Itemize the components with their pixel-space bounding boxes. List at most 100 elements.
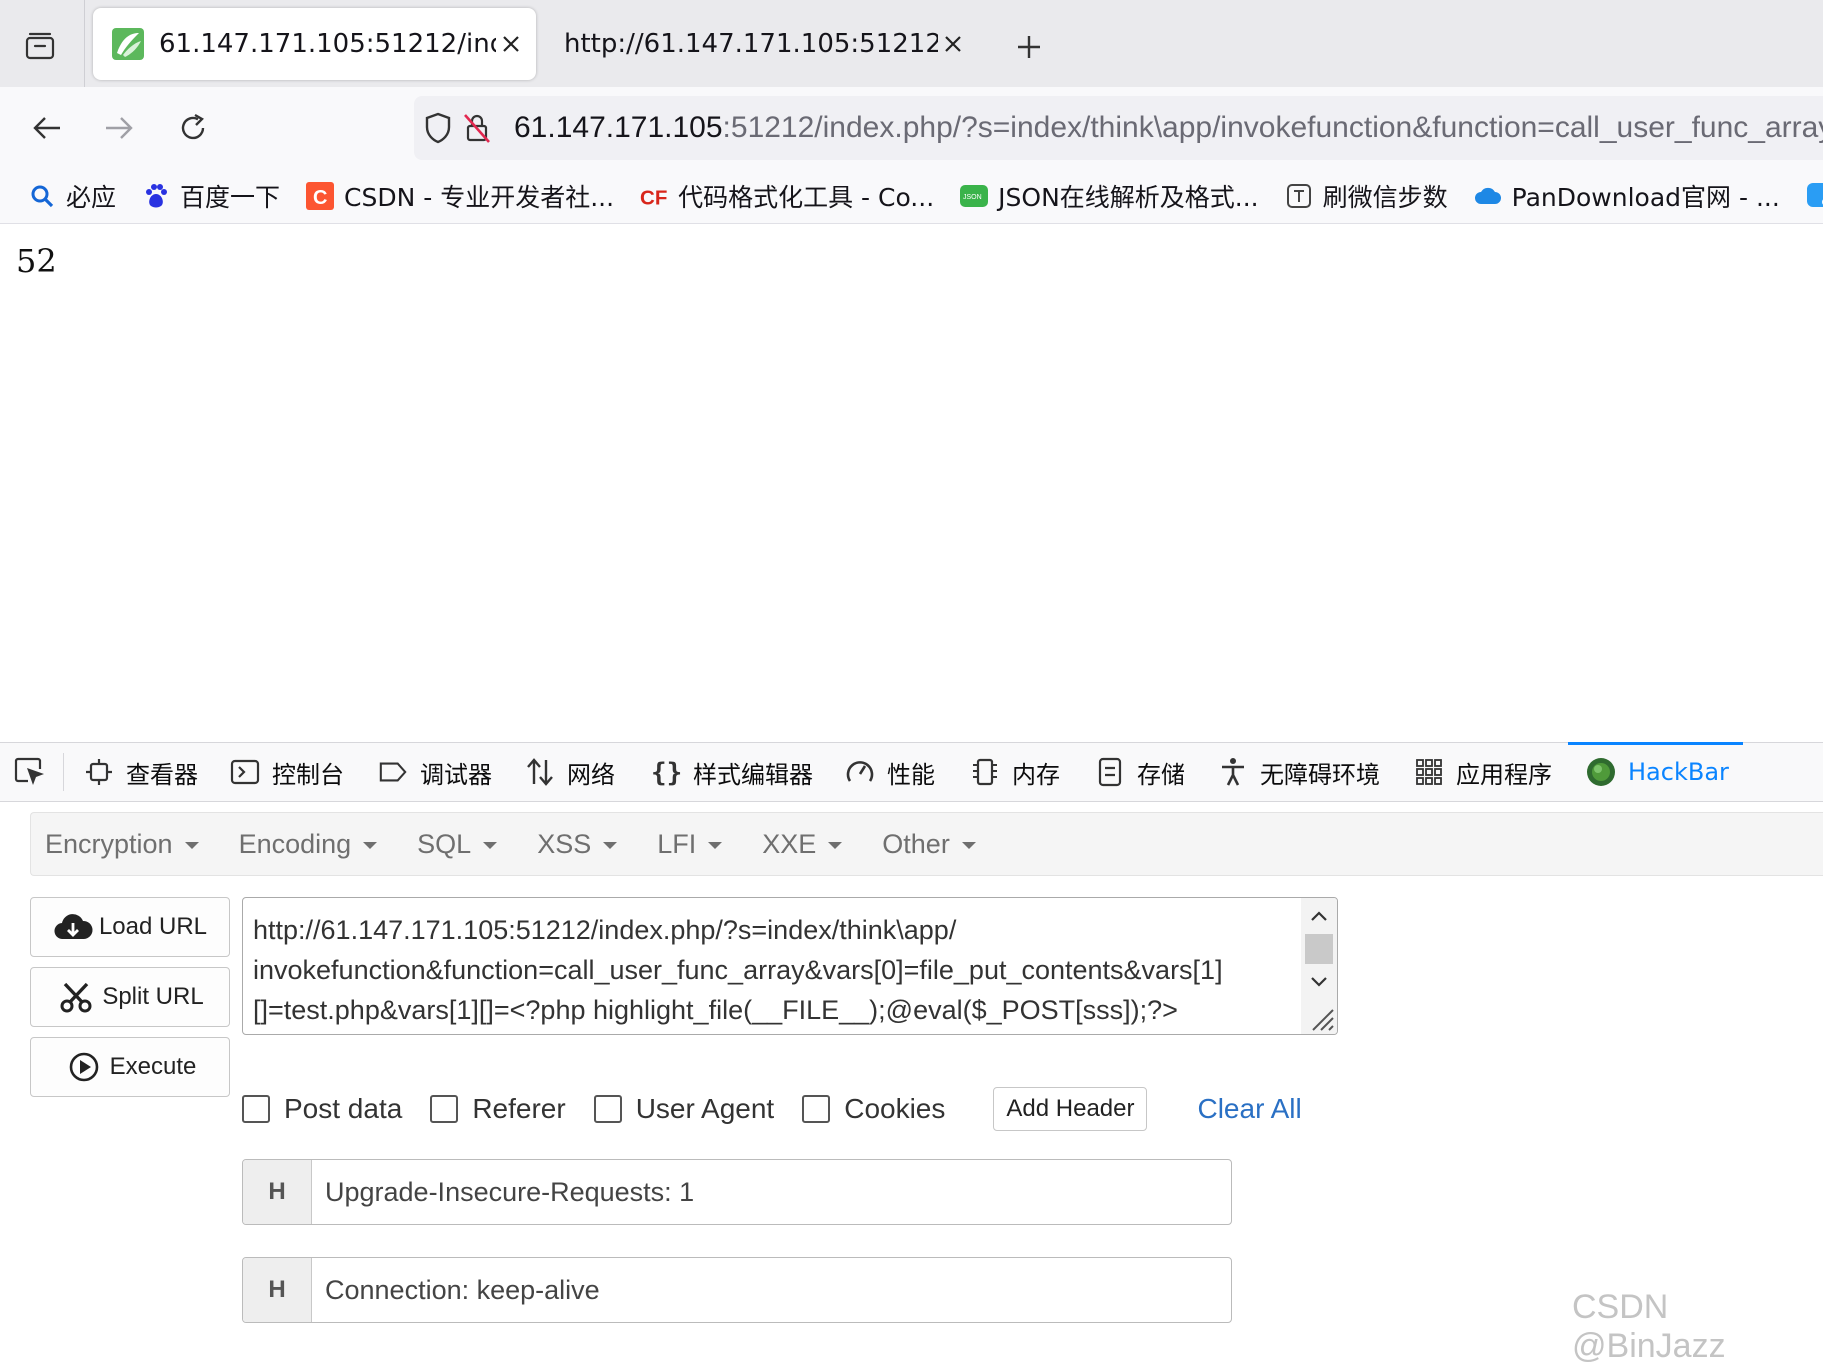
address-bar[interactable]: 61.147.171.105:51212/index.php/?s=index/… [414,96,1823,160]
load-url-label: Load URL [98,913,208,940]
header-value-input[interactable]: Connection: keep-alive [325,1258,600,1322]
bookmark-baidu[interactable]: 百度一下 [142,178,280,214]
arrow-right-icon [106,117,133,139]
tab-title: http://61.147.171.105:51212/ [564,29,938,59]
bookmark-wei[interactable]: 微 [1806,178,1823,214]
forward-button[interactable] [96,105,142,151]
clear-all-link[interactable]: Clear All [1197,1093,1301,1125]
cf-icon: CF [640,182,668,210]
tab-close-button[interactable] [496,29,526,59]
cookies-checkbox[interactable]: Cookies [802,1093,945,1125]
tab-close-button[interactable] [938,29,968,59]
network-icon [525,757,555,787]
devtools-tab-storage[interactable]: 存储 [1095,743,1185,801]
chevron-down-icon[interactable] [1307,970,1331,994]
menu-other[interactable]: Other [868,829,990,860]
scrollbar-thumb[interactable] [1305,934,1333,964]
menu-lfi[interactable]: LFI [643,829,736,860]
braces-icon: {} [651,757,681,787]
bookmark-pandownload[interactable]: PanDownload官网 - ... [1474,178,1780,214]
menu-label: Other [882,828,950,859]
bookmark-code-formatter[interactable]: CF 代码格式化工具 - Co... [640,178,934,214]
header-row: H Connection: keep-alive [242,1257,1232,1323]
bookmark-label: PanDownload官网 - ... [1511,183,1780,212]
checkbox-label: Cookies [844,1093,946,1124]
bookmark-csdn[interactable]: C CSDN - 专业开发者社... [306,178,614,214]
devtools-tab-inspector[interactable]: 查看器 [84,743,198,801]
inspector-icon [84,757,114,787]
devtools-tab-hackbar[interactable]: HackBar [1568,742,1743,801]
menu-label: Encoding [238,828,352,859]
add-header-button[interactable]: Add Header [993,1087,1148,1131]
svg-text:CF: CF [640,186,667,209]
page-icon [1285,182,1313,210]
bookmark-wechat-steps[interactable]: 刷微信步数 [1285,178,1448,214]
reload-icon [181,113,205,140]
caret-down-icon [828,842,843,849]
bookmarks-toolbar: 必应 百度一下 C CSDN - 专业开发者社... CF 代码格式化工具 - … [0,169,1823,224]
devtools-tab-console[interactable]: 控制台 [230,743,344,801]
checkbox-box[interactable] [242,1095,270,1123]
menu-encoding[interactable]: Encoding [225,829,392,860]
debugger-icon [378,757,408,787]
devtools-tab-network[interactable]: 网络 [525,743,615,801]
devtools-tab-debugger[interactable]: 调试器 [378,743,492,801]
url-textarea-text[interactable]: http://61.147.171.105:51212/index.php/?s… [253,910,1293,1030]
devtools-separator [63,753,64,791]
tab-list-icon [25,32,55,60]
url-host: 61.147.171.105 [514,111,723,144]
menu-label: LFI [657,828,697,859]
resize-grip-icon[interactable] [1305,1002,1335,1032]
devtools-tab-label: 网络 [567,760,615,789]
url-textarea[interactable]: http://61.147.171.105:51212/index.php/?s… [242,897,1338,1035]
tab-active[interactable]: 61.147.171.105:51212/index.p [93,8,536,80]
new-tab-button[interactable] [1008,26,1050,68]
checkbox-box[interactable] [430,1095,459,1123]
tab-list-button[interactable] [16,26,64,66]
menu-xxe[interactable]: XXE [748,829,856,860]
caret-down-icon [708,842,723,849]
tab-inactive[interactable]: http://61.147.171.105:51212/ [548,8,978,80]
execute-button[interactable]: Execute [30,1037,230,1097]
menu-sql[interactable]: SQL [403,829,511,860]
post-data-checkbox[interactable]: Post data [242,1093,402,1125]
reload-button[interactable] [170,105,216,151]
header-label: H [243,1258,312,1322]
accessibility-icon [1218,757,1248,787]
referer-checkbox[interactable]: Referer [430,1093,566,1125]
header-value-input[interactable]: Upgrade-Insecure-Requests: 1 [325,1160,694,1224]
bookmark-label: JSON在线解析及格式... [998,183,1259,212]
tab-divider [84,0,85,87]
back-button[interactable] [24,105,70,151]
devtools-tab-style-editor[interactable]: {} 样式编辑器 [651,743,813,801]
menu-xss[interactable]: XSS [523,829,631,860]
devtools-tab-application[interactable]: 应用程序 [1414,743,1552,801]
performance-icon [845,757,875,787]
chevron-up-icon[interactable] [1307,904,1331,928]
devtools-tab-performance[interactable]: 性能 [845,743,935,801]
checkbox-box[interactable] [802,1095,831,1123]
bookmark-json[interactable]: JSON JSON在线解析及格式... [960,178,1259,214]
user-agent-checkbox[interactable]: User Agent [593,1093,774,1125]
devtools-tab-accessibility[interactable]: 无障碍环境 [1218,743,1380,801]
bookmark-label: 代码格式化工具 - Co... [678,183,935,212]
devtools-tab-label: HackBar [1628,758,1729,786]
caret-down-icon [363,842,378,849]
split-url-button[interactable]: Split URL [30,967,230,1027]
load-url-button[interactable]: Load URL [30,897,230,957]
element-picker-button[interactable] [12,755,48,789]
devtools-tab-memory[interactable]: 内存 [970,743,1060,801]
hackbar-menu: Encryption Encoding SQL XSS LFI XXE Othe… [30,812,1823,876]
devtools-tab-label: 调试器 [420,760,492,789]
tracking-protection-shield-icon[interactable] [424,108,452,148]
url-text[interactable]: 61.147.171.105:51212/index.php/?s=index/… [514,111,1823,145]
scissors-icon [56,981,96,1013]
checkbox-box[interactable] [593,1095,622,1123]
json-icon: JSON [960,182,989,210]
svg-text:C: C [313,187,327,209]
insecure-lock-icon[interactable] [462,108,492,148]
menu-encryption[interactable]: Encryption [31,829,213,860]
bookmark-bing[interactable]: 必应 [28,178,116,214]
element-picker-icon [14,757,44,785]
svg-text:{}: {} [651,758,681,787]
